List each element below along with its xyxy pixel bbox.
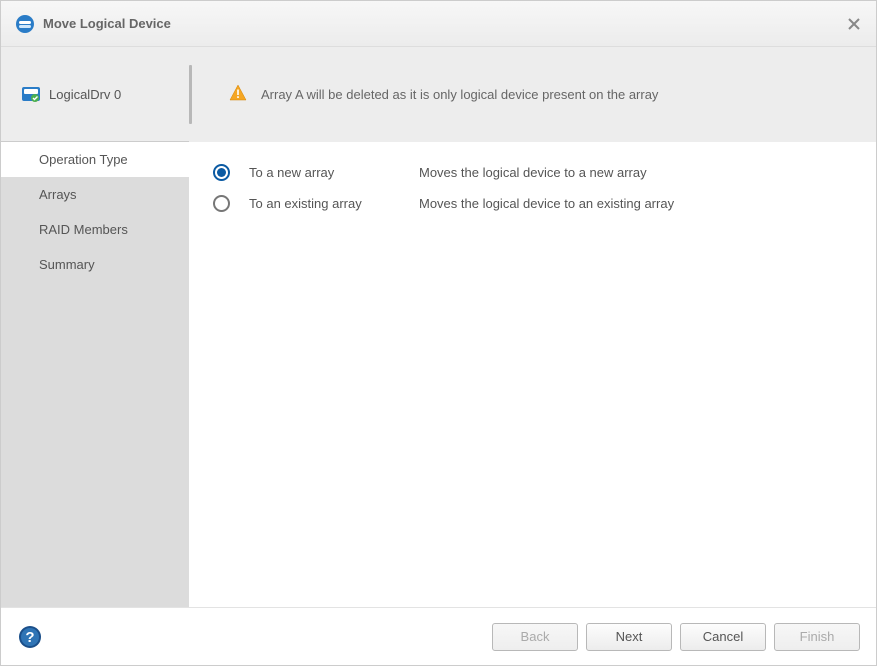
step-summary[interactable]: Summary bbox=[1, 247, 189, 282]
dialog-icon bbox=[15, 14, 35, 34]
sidebar: LogicalDrv 0 Operation Type Arrays RAID … bbox=[1, 47, 189, 607]
step-label: Arrays bbox=[39, 187, 77, 202]
svg-text:?: ? bbox=[25, 629, 34, 646]
help-button[interactable]: ? bbox=[17, 624, 43, 650]
dialog: Move Logical Device LogicalDrv 0 bbox=[0, 0, 877, 666]
option-label: To an existing array bbox=[249, 196, 419, 211]
step-arrays[interactable]: Arrays bbox=[1, 177, 189, 212]
option-label: To a new array bbox=[249, 165, 419, 180]
radio-existing-array[interactable] bbox=[213, 195, 249, 212]
step-label: Operation Type bbox=[39, 152, 128, 167]
option-desc: Moves the logical device to an existing … bbox=[419, 196, 674, 211]
back-button[interactable]: Back bbox=[492, 623, 578, 651]
device-name: LogicalDrv 0 bbox=[49, 87, 121, 102]
step-label: RAID Members bbox=[39, 222, 128, 237]
radio-new-array[interactable] bbox=[213, 164, 249, 181]
option-new-array[interactable]: To a new array Moves the logical device … bbox=[213, 164, 852, 181]
logical-drive-icon bbox=[21, 84, 41, 104]
alert-divider bbox=[189, 65, 192, 124]
warning-icon bbox=[229, 84, 247, 105]
sidebar-device: LogicalDrv 0 bbox=[1, 47, 189, 142]
alert-text: Array A will be deleted as it is only lo… bbox=[261, 87, 658, 102]
cancel-button[interactable]: Cancel bbox=[680, 623, 766, 651]
step-operation-type[interactable]: Operation Type bbox=[1, 142, 189, 177]
options: To a new array Moves the logical device … bbox=[189, 142, 876, 248]
dialog-title: Move Logical Device bbox=[43, 16, 846, 31]
next-button[interactable]: Next bbox=[586, 623, 672, 651]
main: Array A will be deleted as it is only lo… bbox=[189, 47, 876, 607]
close-button[interactable] bbox=[846, 16, 862, 32]
finish-button[interactable]: Finish bbox=[774, 623, 860, 651]
option-existing-array[interactable]: To an existing array Moves the logical d… bbox=[213, 195, 852, 212]
titlebar: Move Logical Device bbox=[1, 1, 876, 47]
option-desc: Moves the logical device to a new array bbox=[419, 165, 647, 180]
footer: ? Back Next Cancel Finish bbox=[1, 607, 876, 665]
alert-bar: Array A will be deleted as it is only lo… bbox=[189, 47, 876, 142]
content: LogicalDrv 0 Operation Type Arrays RAID … bbox=[1, 47, 876, 607]
step-raid-members[interactable]: RAID Members bbox=[1, 212, 189, 247]
step-label: Summary bbox=[39, 257, 95, 272]
